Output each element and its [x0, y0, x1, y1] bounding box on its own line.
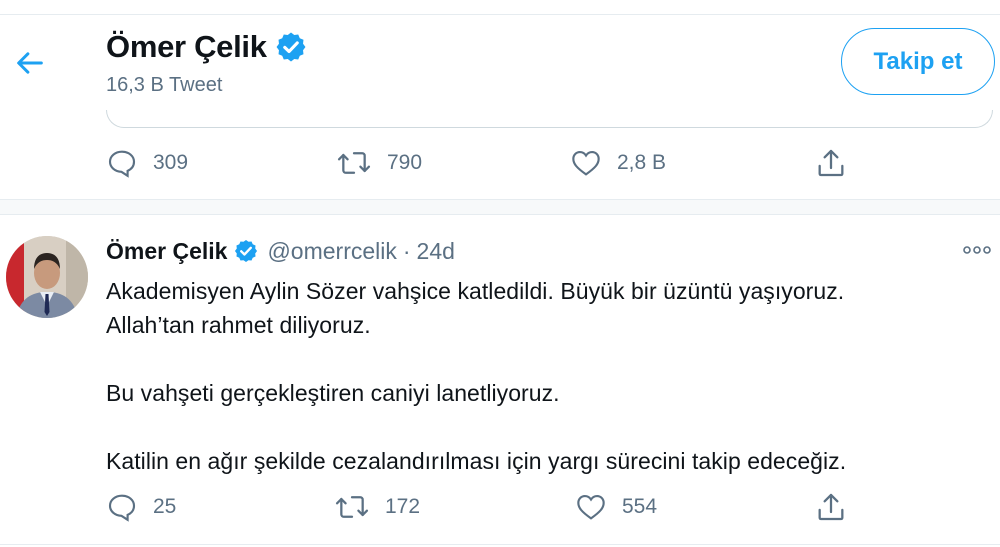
back-button[interactable] — [8, 43, 52, 87]
tweet-author-handle[interactable]: @omerrcelik — [267, 238, 396, 265]
prev-tweet-actions: 309 790 2,8 B — [106, 143, 866, 183]
tweet-separator — [0, 199, 1000, 215]
tweet-count: 16,3 B Tweet — [106, 74, 223, 96]
verified-badge-icon — [274, 30, 308, 64]
reply-count: 25 — [153, 495, 177, 518]
like-button[interactable]: 554 — [575, 487, 657, 527]
retweet-button[interactable]: 790 — [336, 143, 422, 183]
like-count: 554 — [622, 495, 658, 518]
retweet-count: 790 — [387, 151, 423, 174]
retweet-count: 172 — [385, 495, 421, 518]
header-name-row: Ömer Çelik — [106, 29, 308, 65]
reply-count: 309 — [153, 151, 189, 174]
like-count: 2,8 B — [617, 151, 667, 174]
meta-separator: · — [402, 237, 411, 264]
bottom-divider — [0, 544, 1000, 545]
profile-header: Ömer Çelik 16,3 B Tweet Takip et — [0, 15, 1000, 110]
reply-button[interactable]: 309 — [106, 143, 188, 183]
heart-icon — [575, 491, 607, 523]
retweet-button[interactable]: 172 — [334, 487, 420, 527]
tweet-author-name[interactable]: Ömer Çelik — [106, 238, 227, 265]
tweet-header: Ömer Çelik @omerrcelik · 24d — [106, 234, 455, 268]
share-icon — [814, 146, 848, 180]
reply-button[interactable]: 25 — [106, 487, 176, 527]
share-button[interactable] — [814, 143, 848, 183]
heart-icon — [570, 147, 602, 179]
tweet-text: Akademisyen Aylin Sözer vahşice katledil… — [106, 278, 847, 474]
tweet-timestamp[interactable]: 24d — [417, 238, 455, 265]
retweet-icon — [336, 147, 372, 179]
more-options-button[interactable] — [957, 238, 997, 264]
back-arrow-icon — [13, 46, 47, 85]
share-button[interactable] — [814, 487, 848, 527]
verified-badge-icon — [233, 238, 259, 264]
follow-button[interactable]: Takip et — [841, 28, 995, 95]
retweet-icon — [334, 491, 370, 523]
avatar[interactable] — [6, 236, 88, 318]
reply-bubble-icon — [106, 491, 138, 523]
tweet-actions: 25 172 554 — [106, 487, 866, 527]
share-icon — [814, 490, 848, 524]
more-dots-icon — [962, 242, 992, 260]
reply-bubble-icon — [106, 147, 138, 179]
page-title: Ömer Çelik — [106, 29, 267, 64]
like-button[interactable]: 2,8 B — [570, 143, 666, 183]
